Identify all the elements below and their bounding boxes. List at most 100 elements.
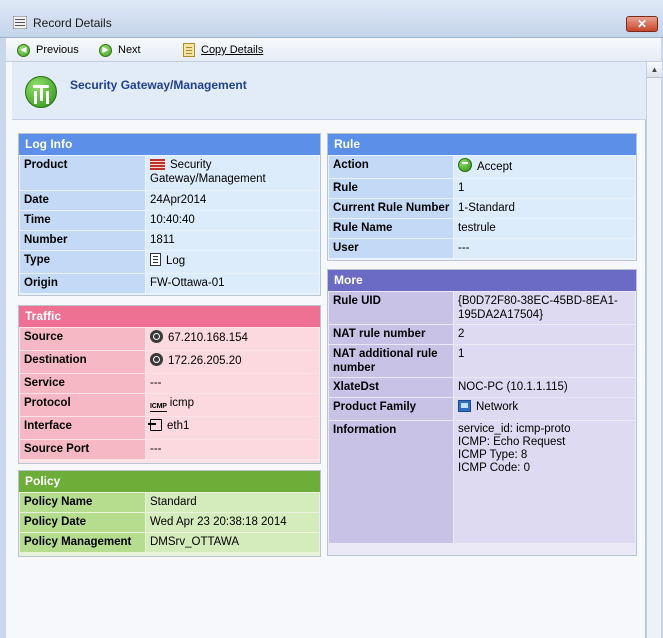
toolbar: ◀ Previous ▶ Next Copy Details — [6, 38, 661, 62]
record-header: Security Gateway/Management — [12, 62, 646, 120]
field-value: --- — [146, 440, 319, 459]
field-value: --- — [454, 239, 635, 258]
field-label: User — [329, 239, 453, 258]
security-gateway-icon — [25, 76, 57, 108]
table-row: Product Family Network — [329, 398, 635, 420]
copy-details-button[interactable]: Copy Details — [183, 42, 263, 58]
field-value: FW-Ottawa-01 — [146, 274, 319, 293]
table-row: Current Rule Number 1-Standard — [329, 199, 635, 218]
arrow-right-icon: ▶ — [99, 43, 112, 57]
field-label: Destination — [20, 351, 145, 373]
field-label: Service — [20, 374, 145, 393]
table-row: NAT rule number 2 — [329, 325, 635, 344]
field-label: Number — [20, 231, 145, 250]
close-button[interactable]: ✕ — [626, 16, 658, 32]
field-label: Interface — [20, 417, 145, 439]
icmp-icon: ICMP — [150, 403, 167, 412]
record-title: Security Gateway/Management — [70, 78, 247, 92]
network-host-icon — [150, 353, 163, 366]
field-value: eth1 — [146, 417, 319, 439]
table-row: Source Port --- — [20, 440, 319, 459]
table-row: Service --- — [20, 374, 319, 393]
rule-panel: Rule Action Accept Rule 1 Current Rule Num… — [327, 133, 637, 261]
field-label: Source — [20, 328, 145, 350]
field-label: Source Port — [20, 440, 145, 459]
table-row: Destination 172.26.205.20 — [20, 351, 319, 373]
window-title: Record Details — [33, 16, 112, 30]
previous-label: Previous — [36, 44, 79, 56]
field-value: 24Apr2014 — [146, 191, 319, 210]
field-value: Wed Apr 23 20:38:18 2014 — [146, 513, 319, 532]
field-value: 10:40:40 — [146, 211, 319, 230]
table-row: Rule 1 — [329, 179, 635, 198]
field-label: NAT rule number — [329, 325, 453, 344]
field-label: Rule — [329, 179, 453, 198]
table-row: Policy Date Wed Apr 23 20:38:18 2014 — [20, 513, 319, 532]
field-value: 1811 — [146, 231, 319, 250]
field-label: Current Rule Number — [329, 199, 453, 218]
field-value: ICMP icmp — [146, 394, 319, 416]
copy-icon — [183, 43, 195, 57]
field-value: testrule — [454, 219, 635, 238]
network-family-icon — [458, 400, 471, 412]
field-value: 2 — [454, 325, 635, 344]
field-label: Product — [20, 156, 145, 190]
log-info-title: Log Info — [19, 134, 320, 155]
table-row: Information service_id: icmp-proto ICMP: … — [329, 421, 635, 543]
vertical-scrollbar[interactable]: ▲ — [646, 62, 662, 638]
field-label: Origin — [20, 274, 145, 293]
table-row: Time 10:40:40 — [20, 211, 319, 230]
table-row: User --- — [329, 239, 635, 258]
table-row: Rule UID {B0D72F80-38EC-45BD-8EA1-195DA2A… — [329, 292, 635, 324]
policy-title: Policy — [19, 471, 320, 492]
firewall-icon — [150, 159, 165, 170]
network-host-icon — [150, 330, 163, 343]
next-label: Next — [118, 44, 141, 56]
log-info-panel: Log Info Product Security Gateway/Managem… — [18, 133, 321, 296]
field-label: Rule UID — [329, 292, 453, 324]
table-row: Interface eth1 — [20, 417, 319, 439]
field-value: {B0D72F80-38EC-45BD-8EA1-195DA2A17504} — [454, 292, 635, 324]
log-document-icon — [150, 253, 161, 266]
field-label: Policy Date — [20, 513, 145, 532]
scroll-up-icon[interactable]: ▲ — [647, 62, 662, 78]
table-row: Policy Management DMSrv_OTTAWA — [20, 533, 319, 552]
policy-panel: Policy Policy Name Standard Policy Date We… — [18, 470, 321, 557]
next-button[interactable]: ▶ Next — [99, 42, 141, 58]
field-value: Network — [454, 398, 635, 420]
field-label: Product Family — [329, 398, 453, 420]
table-row: Source 67.210.168.154 — [20, 328, 319, 350]
table-row: Protocol ICMP icmp — [20, 394, 319, 416]
field-label: Protocol — [20, 394, 145, 416]
field-label: Policy Name — [20, 493, 145, 512]
traffic-title: Traffic — [19, 306, 320, 327]
field-value: Accept — [454, 156, 635, 178]
field-value: Log — [146, 251, 319, 273]
more-title: More — [328, 270, 636, 291]
field-label: Time — [20, 211, 145, 230]
field-value: 172.26.205.20 — [146, 351, 319, 373]
more-panel: More Rule UID {B0D72F80-38EC-45BD-8EA1-19… — [327, 269, 637, 556]
table-row: Policy Name Standard — [20, 493, 319, 512]
field-label: Action — [329, 156, 453, 178]
field-value: service_id: icmp-proto ICMP: Echo Reques… — [454, 421, 635, 543]
table-row: Origin FW-Ottawa-01 — [20, 274, 319, 293]
previous-button[interactable]: ◀ Previous — [17, 42, 79, 58]
table-row: Date 24Apr2014 — [20, 191, 319, 210]
copy-details-label: Copy Details — [201, 44, 264, 56]
table-row: XlateDst NOC-PC (10.1.1.115) — [329, 378, 635, 397]
title-bar: Record Details ✕ — [0, 0, 663, 38]
field-value: 1 — [454, 179, 635, 198]
traffic-panel: Traffic Source 67.210.168.154 Destination… — [18, 305, 321, 464]
field-label: Date — [20, 191, 145, 210]
accept-icon — [458, 158, 472, 172]
table-row: Action Accept — [329, 156, 635, 178]
arrow-left-icon: ◀ — [17, 43, 30, 57]
interface-icon — [148, 419, 162, 431]
field-value: 67.210.168.154 — [146, 328, 319, 350]
field-label: XlateDst — [329, 378, 453, 397]
table-row: Number 1811 — [20, 231, 319, 250]
field-value: NOC-PC (10.1.1.115) — [454, 378, 635, 397]
field-label: NAT additional rule number — [329, 345, 453, 377]
field-value: 1 — [454, 345, 635, 377]
